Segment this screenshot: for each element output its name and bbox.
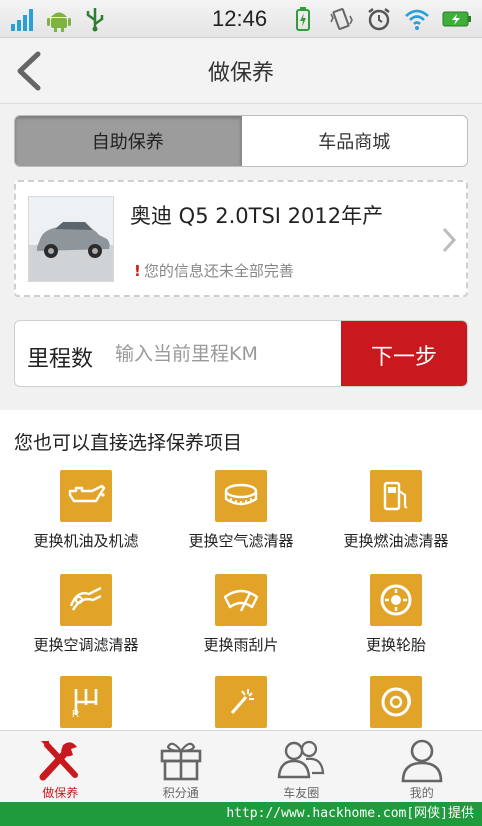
signal-icon bbox=[11, 9, 33, 31]
car-image-icon bbox=[29, 197, 113, 281]
car-model-name: 奥迪 Q5 2.0TSI 2012年产 bbox=[130, 204, 384, 228]
tabbar-points[interactable]: 积分通 bbox=[121, 731, 242, 802]
item-ac-filter[interactable]: 更换空调滤清器 bbox=[6, 574, 166, 670]
battery-charging-icon bbox=[296, 7, 310, 31]
item-wiper[interactable]: 更换雨刮片 bbox=[161, 574, 321, 670]
status-bar: 12:46 bbox=[0, 0, 482, 38]
tabbar-mine[interactable]: 我的 bbox=[362, 731, 482, 802]
footer-watermark: http://www.hackhome.com[网侠]提供 bbox=[0, 802, 482, 826]
android-icon bbox=[47, 12, 71, 32]
tab-self-maintenance[interactable]: 自助保养 bbox=[15, 116, 242, 166]
item-label: 更换机油及机滤 bbox=[33, 532, 139, 550]
item-air-filter[interactable]: 更换空气滤清器 bbox=[161, 470, 321, 566]
alarm-icon bbox=[368, 8, 390, 31]
tabbar-label: 做保养 bbox=[42, 786, 79, 800]
item-tire[interactable]: 更换轮胎 bbox=[316, 574, 476, 670]
brake-disc-icon bbox=[370, 676, 422, 728]
tabbar-label: 车友圈 bbox=[283, 786, 320, 800]
page-title: 做保养 bbox=[207, 61, 274, 86]
friends-icon bbox=[277, 740, 325, 779]
item-label: 更换轮胎 bbox=[365, 636, 426, 654]
tabbar-label: 积分通 bbox=[162, 786, 199, 800]
ac-filter-icon bbox=[60, 574, 112, 626]
chevron-right-icon bbox=[442, 227, 457, 253]
tabbar-maintenance[interactable]: 做保养 bbox=[0, 731, 121, 802]
car-info-card[interactable]: 奥迪 Q5 2.0TSI 2012年产 ! 您的信息还未全部完善 bbox=[14, 180, 468, 297]
warning-icon: ! bbox=[134, 262, 141, 280]
warning-text: 您的信息还未全部完善 bbox=[143, 262, 294, 280]
svg-text:R: R bbox=[72, 709, 79, 719]
maintenance-items-section: 您也可以直接选择保养项目 更换机油及机滤 更换空气滤清器 更换燃油滤清器 更换空… bbox=[0, 410, 482, 730]
item-label: 更换雨刮片 bbox=[203, 636, 279, 654]
user-icon bbox=[401, 739, 443, 783]
clock: 12:46 bbox=[212, 6, 268, 31]
tire-icon bbox=[370, 574, 422, 626]
battery-icon bbox=[442, 11, 471, 27]
air-filter-icon bbox=[215, 470, 267, 522]
item-label: 更换空调滤清器 bbox=[33, 636, 139, 654]
wifi-icon bbox=[405, 9, 429, 30]
item-label: 更换空气滤清器 bbox=[188, 532, 294, 550]
wrench-screwdriver-icon bbox=[39, 741, 79, 781]
item-fuel-filter[interactable]: 更换燃油滤清器 bbox=[316, 470, 476, 566]
oil-can-icon bbox=[60, 470, 112, 522]
mileage-input[interactable] bbox=[115, 333, 337, 375]
profile-incomplete-notice: ! 您的信息还未全部完善 bbox=[134, 260, 294, 281]
car-thumbnail bbox=[28, 196, 114, 282]
gearbox-icon: R bbox=[60, 676, 112, 728]
gift-icon bbox=[160, 742, 202, 781]
usb-icon bbox=[86, 8, 104, 32]
nav-bar: 做保养 bbox=[0, 38, 482, 104]
fuel-pump-icon bbox=[370, 470, 422, 522]
wiper-icon bbox=[215, 574, 267, 626]
mileage-row: 里程数 下一步 bbox=[14, 320, 468, 387]
item-oil-change[interactable]: 更换机油及机滤 bbox=[6, 470, 166, 566]
vibrate-icon bbox=[330, 8, 353, 30]
tabbar-label: 我的 bbox=[409, 786, 434, 800]
next-step-button[interactable]: 下一步 bbox=[341, 321, 467, 386]
item-label: 更换燃油滤清器 bbox=[343, 532, 449, 550]
segment-tabs: 自助保养 车品商城 bbox=[14, 115, 468, 167]
tabbar-friends[interactable]: 车友圈 bbox=[241, 731, 362, 802]
spark-icon bbox=[215, 676, 267, 728]
mileage-label: 里程数 bbox=[27, 347, 94, 372]
section-title: 您也可以直接选择保养项目 bbox=[14, 432, 243, 454]
tab-car-mall[interactable]: 车品商城 bbox=[242, 116, 468, 166]
bottom-tab-bar: 做保养 积分通 车友圈 我的 bbox=[0, 730, 482, 802]
